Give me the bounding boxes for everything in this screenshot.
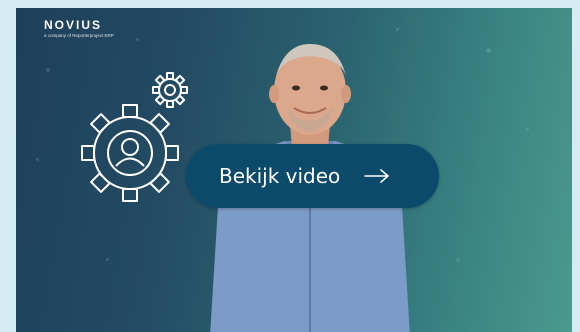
brand-tagline: a company of Reporterproject ERP <box>44 33 114 38</box>
user-gears-icon <box>81 72 188 202</box>
video-thumbnail[interactable]: NOVIUS a company of Reporterproject ERP <box>16 8 572 332</box>
arrow-right-icon <box>364 169 390 183</box>
watch-video-button[interactable]: Bekijk video <box>186 144 439 208</box>
bokeh-dot <box>456 258 460 262</box>
bokeh-dot <box>46 68 50 72</box>
bokeh-dot <box>526 128 529 131</box>
bokeh-dot <box>136 38 139 41</box>
bokeh-dot <box>36 158 39 161</box>
watch-video-label: Bekijk video <box>219 164 341 188</box>
bokeh-dot <box>396 28 399 31</box>
bokeh-dot <box>486 48 491 53</box>
bokeh-dot <box>106 258 109 261</box>
novius-logo: NOVIUS a company of Reporterproject ERP <box>44 18 114 38</box>
brand-name: NOVIUS <box>44 18 103 32</box>
